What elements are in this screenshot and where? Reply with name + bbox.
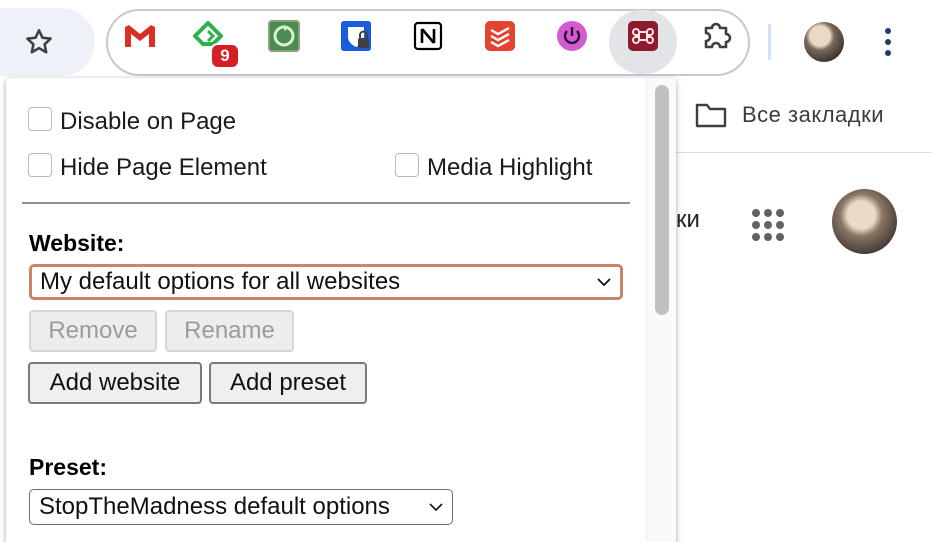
feedly-unread-badge: 9 (210, 43, 240, 69)
popup-scrollbar[interactable] (646, 78, 676, 542)
website-label: Website: (29, 230, 125, 256)
chevron-down-icon (429, 503, 443, 512)
preset-label: Preset: (29, 454, 107, 480)
media-highlight-checkbox[interactable] (395, 153, 419, 177)
bitwarden-icon[interactable] (338, 18, 374, 54)
toolbar-separator (768, 24, 771, 60)
star-icon[interactable] (23, 26, 55, 58)
remove-button[interactable]: Remove (29, 310, 157, 352)
page-partial-text: ки (676, 206, 700, 233)
hide-page-element-label: Hide Page Element (60, 154, 267, 181)
preset-select-value: StopTheMadness default options (39, 493, 390, 520)
add-website-button[interactable]: Add website (28, 362, 202, 404)
rename-button[interactable]: Rename (165, 310, 294, 352)
media-highlight-option[interactable]: Media Highlight (395, 153, 593, 182)
profile-avatar[interactable] (804, 22, 844, 62)
refresh-extension-icon[interactable] (266, 18, 302, 54)
command-key-icon[interactable] (625, 18, 661, 54)
browser-window: 9 Все закладки ки Disable on Page Hide P… (0, 0, 932, 542)
hide-page-element-checkbox[interactable] (28, 153, 52, 177)
apps-grid-icon[interactable] (748, 205, 788, 245)
bookmark-star-area[interactable] (0, 8, 95, 76)
disable-on-page-label: Disable on Page (60, 108, 237, 135)
folder-icon (695, 103, 727, 128)
add-preset-button[interactable]: Add preset (209, 362, 367, 404)
todoist-icon[interactable] (482, 18, 518, 54)
gmail-icon[interactable] (122, 18, 158, 54)
all-bookmarks-label: Все закладки (742, 102, 885, 127)
account-avatar[interactable] (832, 189, 897, 254)
hide-page-element-option[interactable]: Hide Page Element (28, 153, 267, 182)
scrollbar-thumb[interactable] (655, 85, 669, 315)
more-menu-icon[interactable] (878, 24, 898, 60)
chevron-down-icon (597, 278, 611, 287)
power-icon[interactable] (554, 18, 590, 54)
all-bookmarks-button[interactable]: Все закладки (694, 100, 884, 130)
website-select[interactable]: My default options for all websites (29, 264, 623, 300)
disable-on-page-checkbox[interactable] (28, 107, 52, 131)
puzzle-extensions-icon[interactable] (698, 18, 734, 54)
notion-icon[interactable] (410, 18, 446, 54)
section-divider (22, 202, 630, 204)
media-highlight-label: Media Highlight (427, 154, 593, 181)
website-select-value: My default options for all websites (40, 268, 401, 295)
stopthemadness-popup: Disable on Page Hide Page Element Media … (6, 78, 676, 542)
disable-on-page-option[interactable]: Disable on Page (28, 107, 237, 136)
bookmarks-bar-border (676, 152, 932, 153)
preset-select[interactable]: StopTheMadness default options (29, 489, 453, 525)
